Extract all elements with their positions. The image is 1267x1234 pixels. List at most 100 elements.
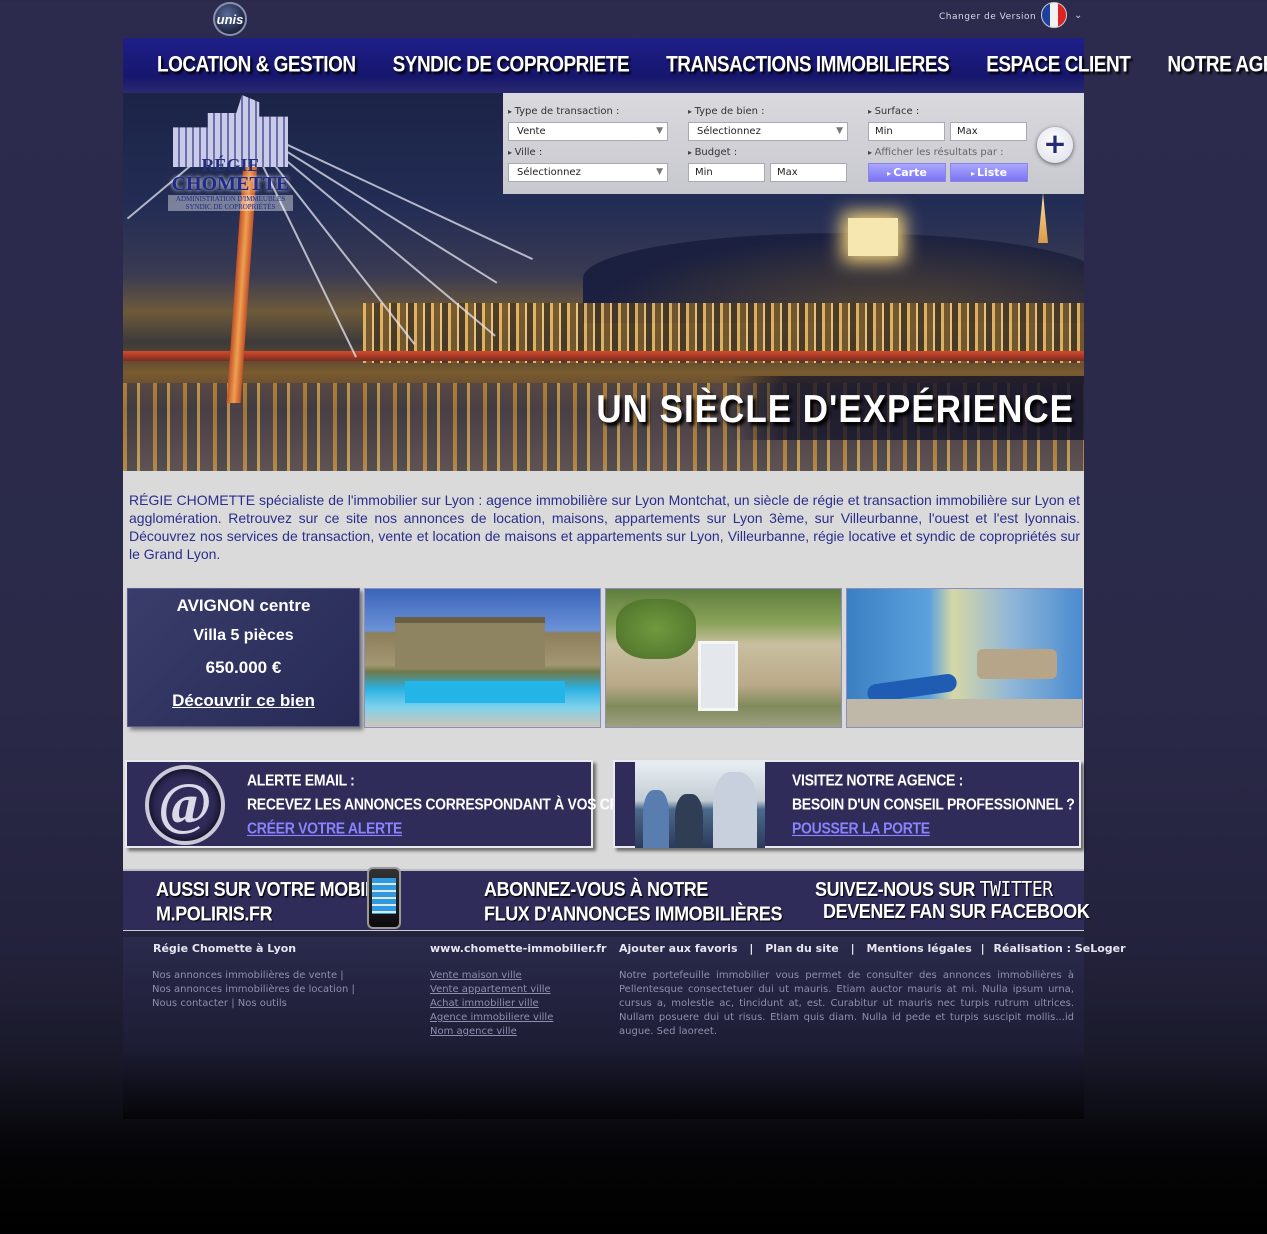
discover-property-link[interactable]: Découvrir ce bien (172, 691, 315, 711)
french-flag-icon[interactable] (1041, 2, 1067, 28)
page-wrapper: LOCATION & GESTION SYNDIC DE COPROPRIETE… (123, 38, 1267, 1119)
mobile-line-2: M.POLIRIS.FR (156, 902, 273, 925)
footer-separator: | (980, 942, 985, 955)
footer-link[interactable]: Nom agence ville (430, 1025, 553, 1039)
photo-sofa (977, 649, 1057, 679)
email-alert-banner[interactable]: @ ALERTE EMAIL : RECEVEZ LES ANNONCES CO… (125, 760, 668, 848)
surface-max-input[interactable]: Max (950, 122, 1027, 141)
list-view-button[interactable]: Liste (950, 163, 1028, 182)
footer-col-1: Nos annonces immobilières de vente | Nos… (152, 969, 355, 1011)
photo-person (713, 772, 757, 848)
footer-separator: | (749, 942, 754, 955)
more-criteria-button[interactable]: + (1037, 127, 1073, 163)
footer-sale-listings-link[interactable]: Nos annonces immobilières de vente | (152, 969, 355, 983)
change-version-link[interactable]: Changer de Version (939, 12, 1036, 22)
email-alert-subtitle: RECEVEZ LES ANNONCES CORRESPONDANT À VOS… (247, 794, 669, 814)
city-select[interactable]: Sélectionnez ▼ (508, 163, 668, 182)
nav-item-syndic[interactable]: SYNDIC DE COPROPRIETE (393, 53, 630, 78)
footer-rental-listings-link[interactable]: Nos annonces immobilières de location | (152, 983, 355, 997)
display-results-label: Afficher les résultats par : (868, 147, 1004, 158)
photo-person (643, 790, 669, 848)
mobile-site-text[interactable]: AUSSI SUR VOTRE MOBILE M.POLIRIS.FR (156, 877, 388, 926)
hero-tagline: UN SIÈCLE D'EXPÉRIENCE (596, 388, 1074, 431)
property-type-value: Sélectionnez (697, 126, 761, 137)
footer-link[interactable]: Vente appartement ville (430, 983, 553, 997)
feed-line-2: FLUX D'ANNONCES IMMOBILIÈRES (484, 902, 783, 925)
footer: Régie Chomette à Lyon www.chomette-immob… (123, 937, 1126, 1119)
sitemap-link[interactable]: Plan du site (765, 942, 839, 955)
footer-agency-title: Régie Chomette à Lyon (153, 942, 297, 955)
photo-person (675, 794, 703, 848)
follow-us-text: SUIVEZ-NOUS SUR (815, 877, 976, 901)
footer-link[interactable]: Achat immobilier ville (430, 997, 553, 1011)
search-panel: Type de transaction : Vente ▼ Type de bi… (503, 93, 1084, 194)
surface-label: Surface : (868, 106, 920, 117)
mobile-line-1: AUSSI SUR VOTRE MOBILE (156, 877, 388, 901)
dropdown-arrow-icon: ▼ (656, 126, 663, 136)
email-alert-title: ALERTE EMAIL : (247, 770, 355, 790)
transaction-type-select[interactable]: Vente ▼ (508, 122, 668, 141)
footer-link[interactable]: Vente maison ville (430, 969, 553, 983)
property-photo-living-room[interactable] (846, 588, 1083, 728)
featured-listings: AVIGNON centre Villa 5 pièces 650.000 € … (123, 586, 1084, 758)
city-value: Sélectionnez (517, 167, 581, 178)
hero-banner: RÉGIE CHOMETTE ADMINISTRATION D'IMMEUBLE… (123, 93, 1084, 471)
transaction-type-value: Vente (517, 126, 546, 137)
smartphone-icon (367, 867, 401, 929)
footer-seo-links: Vente maison ville Vente appartement vil… (430, 969, 553, 1039)
budget-min-input[interactable]: Min (688, 163, 765, 182)
nav-item-location-gestion[interactable]: LOCATION & GESTION (157, 53, 356, 78)
twitter-link[interactable]: SUIVEZ-NOUS SUR TWITTER (815, 877, 1053, 901)
photo-house-facade (395, 617, 545, 669)
featured-property-card[interactable]: AVIGNON centre Villa 5 pièces 650.000 € … (127, 588, 360, 727)
footer-site-url[interactable]: www.chomette-immobilier.fr (430, 942, 606, 955)
logo-subtitle-line1: ADMINISTRATION D'IMMEUBLES (175, 195, 286, 203)
nav-item-notre-agence[interactable]: NOTRE AGENCE (1167, 53, 1267, 78)
map-view-button[interactable]: Carte (868, 163, 946, 182)
promo-banners: @ ALERTE EMAIL : RECEVEZ LES ANNONCES CO… (123, 758, 1084, 869)
unis-logo[interactable]: unis (213, 2, 247, 36)
phone-screen (372, 878, 396, 914)
agency-team-photo (635, 762, 765, 848)
facebook-link[interactable]: DEVENEZ FAN SUR FACEBOOK (823, 899, 1090, 923)
top-bar: unis Changer de Version ⌄ (0, 0, 1267, 38)
logo-subtitle-line2: SYNDIC DE COPROPRIÉTÉS (185, 203, 276, 211)
photo-garden-door (698, 641, 738, 711)
twitter-word: TWITTER (979, 877, 1053, 902)
logo-title-chomette: CHOMETTE (171, 173, 290, 195)
photo-garden-plants (616, 599, 696, 659)
bridge-deck (123, 351, 1084, 361)
featured-type: Villa 5 pièces (193, 627, 294, 644)
footer-separator: | (850, 942, 855, 955)
transaction-type-label: Type de transaction : (508, 106, 620, 117)
property-type-select[interactable]: Sélectionnez ▼ (688, 122, 848, 141)
footer-link[interactable]: Agence immobiliere ville (430, 1011, 553, 1025)
visit-agency-title: VISITEZ NOTRE AGENCE : (792, 770, 964, 790)
dropdown-arrow-icon: ▼ (656, 167, 663, 177)
footer-contact-tools-link[interactable]: Nous contacter | Nos outils (152, 997, 355, 1011)
nav-item-transactions[interactable]: TRANSACTIONS IMMOBILIERES (666, 53, 950, 78)
city-label: Ville : (508, 147, 543, 158)
add-favorites-link[interactable]: Ajouter aux favoris (619, 942, 738, 955)
visit-agency-banner[interactable]: VISITEZ NOTRE AGENCE : BESOIN D'UN CONSE… (613, 760, 1081, 848)
push-door-link[interactable]: POUSSER LA PORTE (792, 819, 930, 837)
visit-agency-subtitle: BESOIN D'UN CONSEIL PROFESSIONNEL ? (792, 794, 1075, 814)
featured-price: 650.000 € (205, 658, 282, 677)
intro-text: RÉGIE CHOMETTE spécialiste de l'immobili… (129, 492, 1080, 562)
rss-feed-link[interactable]: ABONNEZ-VOUS À NOTRE FLUX D'ANNONCES IMM… (484, 878, 782, 926)
budget-label: Budget : (688, 147, 738, 158)
surface-min-input[interactable]: Min (868, 122, 945, 141)
property-photo-garden[interactable] (605, 588, 842, 728)
property-photo-house-pool[interactable] (364, 588, 601, 728)
regie-chomette-logo[interactable]: RÉGIE CHOMETTE ADMINISTRATION D'IMMEUBLE… (168, 95, 293, 215)
chevron-down-icon[interactable]: ⌄ (1074, 10, 1082, 21)
main-nav: LOCATION & GESTION SYNDIC DE COPROPRIETE… (123, 38, 1267, 93)
credits-link[interactable]: Réalisation : SeLoger (994, 942, 1126, 955)
social-band: AUSSI SUR VOTRE MOBILE M.POLIRIS.FR ABON… (123, 867, 1090, 931)
dropdown-arrow-icon: ▼ (836, 126, 843, 136)
featured-city: AVIGNON centre (176, 596, 311, 615)
budget-max-input[interactable]: Max (770, 163, 847, 182)
create-alert-link[interactable]: CRÉER VOTRE ALERTE (247, 819, 402, 837)
nav-item-espace-client[interactable]: ESPACE CLIENT (986, 53, 1131, 78)
legal-notice-link[interactable]: Mentions légales (866, 942, 971, 955)
